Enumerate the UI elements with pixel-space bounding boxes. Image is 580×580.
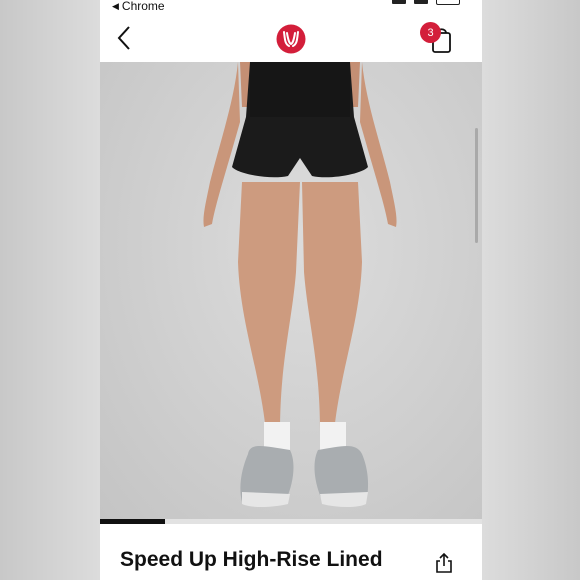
image-carousel-progress (100, 519, 482, 524)
back-to-app-link[interactable]: ◀ Chrome (112, 0, 165, 13)
status-bar: ◀ Chrome (100, 0, 482, 14)
background-right (482, 0, 580, 580)
product-image[interactable] (100, 62, 482, 520)
background-left (0, 0, 100, 580)
battery-icon (436, 0, 460, 5)
back-triangle-icon: ◀ (112, 0, 119, 11)
wifi-icon (414, 0, 428, 4)
cart-count-badge: 3 (420, 22, 441, 43)
model-figure (203, 62, 397, 507)
phone-screen: ◀ Chrome 3 Speed Up High-Rise Lined (100, 0, 482, 580)
signal-icon (392, 0, 406, 4)
scroll-indicator[interactable] (475, 128, 478, 243)
back-to-app-label: Chrome (121, 0, 165, 13)
lululemon-logo[interactable] (276, 24, 306, 54)
product-title: Speed Up High-Rise Lined (120, 548, 383, 571)
nav-bar: 3 (100, 14, 482, 62)
chevron-left-icon[interactable] (114, 22, 134, 54)
image-carousel-progress-fill (100, 519, 165, 524)
status-icons (392, 0, 460, 5)
share-icon[interactable] (434, 552, 454, 574)
